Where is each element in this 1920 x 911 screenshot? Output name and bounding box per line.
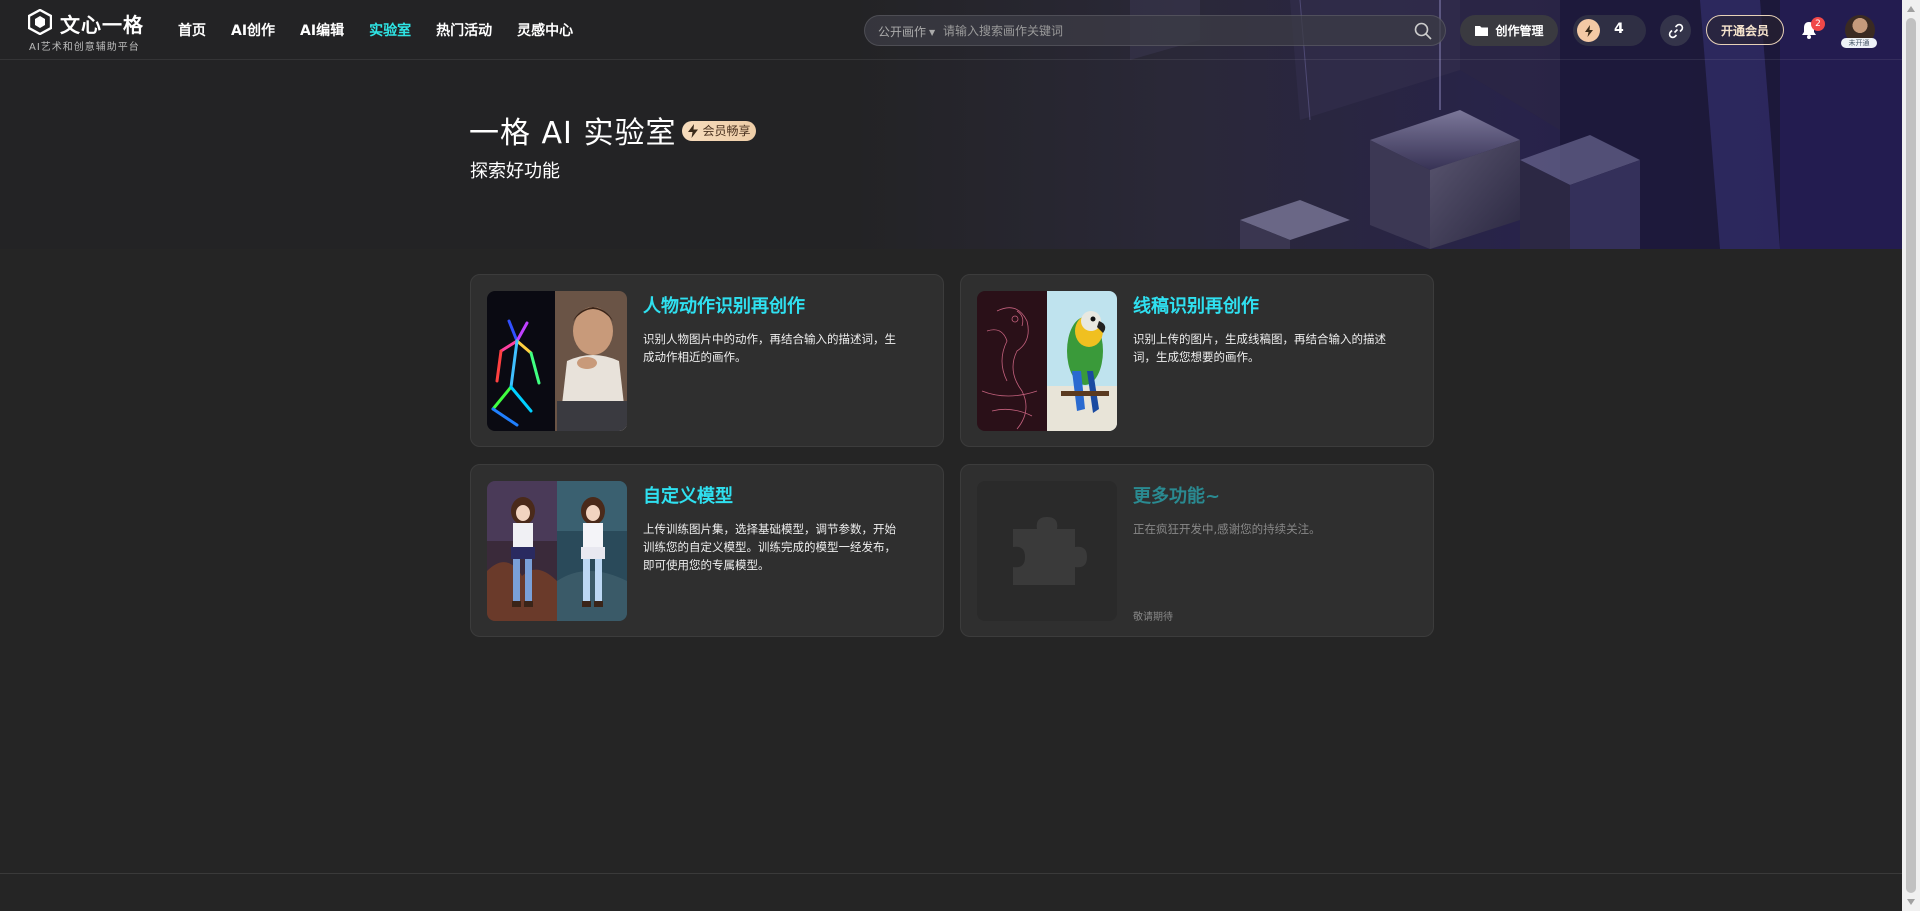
nav-item-ai-edit[interactable]: AI编辑 [300, 20, 344, 40]
nav-item-home[interactable]: 首页 [178, 20, 206, 40]
notification-badge: 2 [1811, 17, 1825, 31]
creation-manage-label: 创作管理 [1495, 24, 1544, 38]
member-badge-label: 会员畅享 [702, 124, 751, 138]
card-thumbnail-placeholder [977, 481, 1117, 621]
card-title: 更多功能~ [1133, 486, 1221, 507]
brand-subtitle: AI艺术和创意辅助平台 [29, 42, 140, 53]
card-title: 人物动作识别再创作 [643, 296, 805, 317]
scroll-up-arrow-icon[interactable] [1906, 4, 1916, 14]
search-scope-label: 公开画作 [878, 25, 927, 39]
pose-preview-image [487, 291, 627, 431]
folder-icon [1475, 26, 1489, 36]
brand-logo[interactable]: 文心一格 AI艺术和创意辅助平台 [28, 9, 148, 53]
card-title: 线稿识别再创作 [1133, 296, 1259, 317]
vertical-scrollbar[interactable] [1902, 0, 1920, 911]
brand-title: 文心一格 [60, 13, 144, 37]
avatar-status-tag: 未开通 [1841, 38, 1877, 48]
open-vip-button[interactable]: 开通会员 [1706, 15, 1784, 45]
main-nav: 首页 AI创作 AI编辑 实验室 热门活动 灵感中心 [178, 0, 598, 60]
search-input[interactable] [943, 20, 1383, 42]
footer-divider [0, 873, 1902, 874]
page-subtitle: 探索好功能 [470, 161, 560, 182]
lightning-icon [1584, 24, 1593, 37]
lab-card-custom-model[interactable]: 自定义模型 上传训练图片集，选择基础模型，调节参数，开始训练您的自定义模型。训练… [470, 464, 944, 637]
energy-balance[interactable]: 4 [1573, 15, 1646, 46]
energy-icon-wrap [1577, 19, 1600, 42]
puzzle-icon [1013, 517, 1087, 585]
search-bar: 公开画作 ▼ [864, 15, 1446, 46]
card-thumbnail [487, 481, 627, 621]
lab-card-pose[interactable]: 人物动作识别再创作 识别人物图片中的动作，再结合输入的描述词，生成动作相近的画作… [470, 274, 944, 447]
lab-card-lineart[interactable]: 线稿识别再创作 识别上传的图片，生成线稿图，再结合输入的描述词，生成您想要的画作… [960, 274, 1434, 447]
nav-item-ai-create[interactable]: AI创作 [231, 20, 275, 40]
card-thumbnail [487, 291, 627, 431]
logo-icon [28, 9, 52, 35]
search-icon[interactable] [1414, 22, 1432, 40]
hero-title-row: 一格 AI 实验室 会员畅享 [469, 113, 757, 151]
caret-down-icon: ▼ [929, 28, 936, 37]
custom-model-preview-image [487, 481, 627, 621]
link-icon [1668, 23, 1683, 38]
nav-item-lab[interactable]: 实验室 [369, 20, 411, 40]
card-title: 自定义模型 [643, 486, 733, 507]
top-header: 文心一格 AI艺术和创意辅助平台 首页 AI创作 AI编辑 实验室 热门活动 灵… [0, 0, 1902, 60]
link-button[interactable] [1660, 15, 1691, 46]
scroll-down-arrow-icon[interactable] [1906, 897, 1916, 907]
card-thumbnail [977, 291, 1117, 431]
creation-manage-button[interactable]: 创作管理 [1460, 15, 1558, 46]
nav-item-events[interactable]: 热门活动 [436, 20, 492, 40]
card-description: 识别上传的图片，生成线稿图，再结合输入的描述词，生成您想要的画作。 [1133, 332, 1386, 364]
page-title: 一格 AI 实验室 [469, 116, 677, 151]
card-footer-note: 敬请期待 [1133, 612, 1173, 623]
card-description: 正在疯狂开发中,感谢您的持续关注。 [1133, 522, 1321, 536]
lightning-icon [688, 124, 699, 138]
search-scope-select[interactable]: 公开画作 ▼ [878, 23, 935, 40]
nav-item-inspiration[interactable]: 灵感中心 [517, 20, 573, 40]
card-description: 识别人物图片中的动作，再结合输入的描述词，生成动作相近的画作。 [643, 332, 896, 364]
card-description: 上传训练图片集，选择基础模型，调节参数，开始训练您的自定义模型。训练完成的模型一… [643, 522, 896, 572]
scrollbar-thumb[interactable] [1906, 18, 1916, 893]
energy-count: 4 [1614, 21, 1624, 37]
lab-card-more: 更多功能~ 正在疯狂开发中,感谢您的持续关注。 敬请期待 [960, 464, 1434, 637]
member-badge: 会员畅享 [682, 121, 757, 141]
lineart-preview-image [977, 291, 1117, 431]
